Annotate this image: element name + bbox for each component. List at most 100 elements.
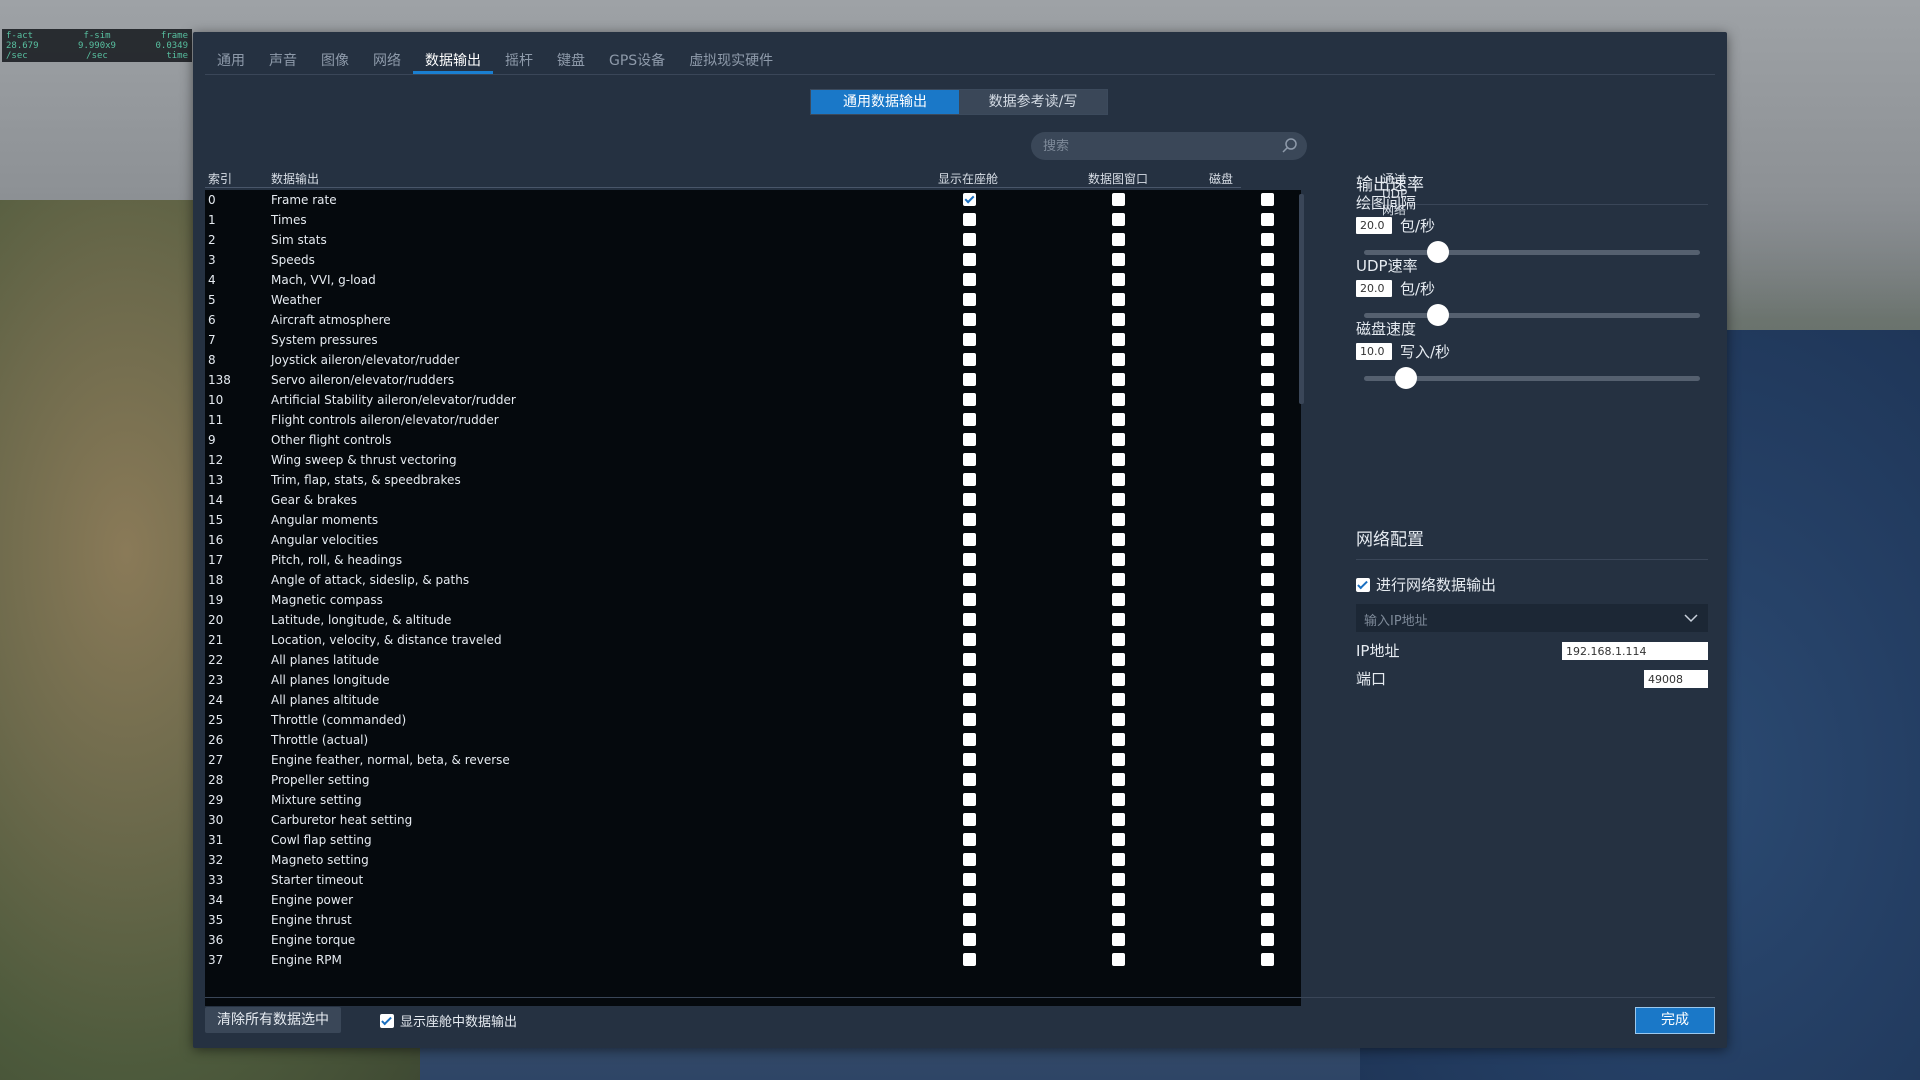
disk-checkbox[interactable] [1261,953,1274,966]
cockpit-checkbox[interactable] [963,193,976,206]
network-output-checkbox[interactable] [1356,577,1370,592]
done-button[interactable]: 完成 [1635,1007,1715,1034]
rate-value-field[interactable]: 20.0 [1356,217,1392,234]
disk-checkbox[interactable] [1261,433,1274,446]
disk-checkbox[interactable] [1261,753,1274,766]
show-in-cockpit-checkbox[interactable] [380,1013,394,1028]
graph-checkbox[interactable] [1112,373,1125,386]
disk-checkbox[interactable] [1261,393,1274,406]
disk-checkbox[interactable] [1261,633,1274,646]
tab-5[interactable]: 摇杆 [493,44,545,74]
cockpit-checkbox[interactable] [963,433,976,446]
disk-checkbox[interactable] [1261,573,1274,586]
tab-8[interactable]: 虚拟现实硬件 [677,44,785,74]
disk-checkbox[interactable] [1261,313,1274,326]
cockpit-checkbox[interactable] [963,413,976,426]
cockpit-checkbox[interactable] [963,873,976,886]
disk-checkbox[interactable] [1261,233,1274,246]
disk-checkbox[interactable] [1261,193,1274,206]
disk-checkbox[interactable] [1261,673,1274,686]
graph-checkbox[interactable] [1112,853,1125,866]
disk-checkbox[interactable] [1261,593,1274,606]
graph-checkbox[interactable] [1112,893,1125,906]
cockpit-checkbox[interactable] [963,473,976,486]
show-in-cockpit-toggle[interactable]: 显示座舱中数据输出 [380,1011,517,1030]
disk-checkbox[interactable] [1261,533,1274,546]
search-icon[interactable] [1281,137,1299,155]
cockpit-checkbox[interactable] [963,893,976,906]
graph-checkbox[interactable] [1112,873,1125,886]
cockpit-checkbox[interactable] [963,453,976,466]
cockpit-checkbox[interactable] [963,393,976,406]
graph-checkbox[interactable] [1112,553,1125,566]
disk-checkbox[interactable] [1261,773,1274,786]
cockpit-checkbox[interactable] [963,713,976,726]
graph-checkbox[interactable] [1112,333,1125,346]
graph-checkbox[interactable] [1112,933,1125,946]
cockpit-checkbox[interactable] [963,233,976,246]
tab-2[interactable]: 图像 [309,44,361,74]
graph-checkbox[interactable] [1112,593,1125,606]
tab-3[interactable]: 网络 [361,44,413,74]
graph-checkbox[interactable] [1112,473,1125,486]
disk-checkbox[interactable] [1261,893,1274,906]
disk-checkbox[interactable] [1261,513,1274,526]
disk-checkbox[interactable] [1261,693,1274,706]
disk-checkbox[interactable] [1261,933,1274,946]
cockpit-checkbox[interactable] [963,533,976,546]
graph-checkbox[interactable] [1112,713,1125,726]
disk-checkbox[interactable] [1261,453,1274,466]
graph-checkbox[interactable] [1112,533,1125,546]
graph-checkbox[interactable] [1112,653,1125,666]
ip-address-dropdown[interactable]: 输入IP地址 [1356,604,1708,632]
cockpit-checkbox[interactable] [963,513,976,526]
graph-checkbox[interactable] [1112,493,1125,506]
disk-checkbox[interactable] [1261,353,1274,366]
rate-slider-knob[interactable] [1395,367,1418,389]
cockpit-checkbox[interactable] [963,633,976,646]
graph-checkbox[interactable] [1112,673,1125,686]
cockpit-checkbox[interactable] [963,833,976,846]
cockpit-checkbox[interactable] [963,933,976,946]
disk-checkbox[interactable] [1261,373,1274,386]
disk-checkbox[interactable] [1261,873,1274,886]
graph-checkbox[interactable] [1112,513,1125,526]
graph-checkbox[interactable] [1112,773,1125,786]
rate-value-field[interactable]: 20.0 [1356,280,1392,297]
disk-checkbox[interactable] [1261,333,1274,346]
graph-checkbox[interactable] [1112,613,1125,626]
disk-checkbox[interactable] [1261,853,1274,866]
graph-checkbox[interactable] [1112,953,1125,966]
disk-checkbox[interactable] [1261,493,1274,506]
cockpit-checkbox[interactable] [963,553,976,566]
graph-checkbox[interactable] [1112,213,1125,226]
rate-value-field[interactable]: 10.0 [1356,343,1392,360]
cockpit-checkbox[interactable] [963,293,976,306]
graph-checkbox[interactable] [1112,693,1125,706]
disk-checkbox[interactable] [1261,213,1274,226]
cockpit-checkbox[interactable] [963,913,976,926]
disk-checkbox[interactable] [1261,613,1274,626]
disk-checkbox[interactable] [1261,733,1274,746]
tab-0[interactable]: 通用 [205,44,257,74]
disk-checkbox[interactable] [1261,293,1274,306]
tab-6[interactable]: 键盘 [545,44,597,74]
graph-checkbox[interactable] [1112,393,1125,406]
graph-checkbox[interactable] [1112,833,1125,846]
graph-checkbox[interactable] [1112,633,1125,646]
cockpit-checkbox[interactable] [963,693,976,706]
disk-checkbox[interactable] [1261,713,1274,726]
cockpit-checkbox[interactable] [963,773,976,786]
cockpit-checkbox[interactable] [963,373,976,386]
graph-checkbox[interactable] [1112,313,1125,326]
search-input[interactable] [1031,132,1271,160]
cockpit-checkbox[interactable] [963,953,976,966]
clear-all-button[interactable]: 清除所有数据选中 [205,1007,341,1033]
cockpit-checkbox[interactable] [963,573,976,586]
disk-checkbox[interactable] [1261,653,1274,666]
network-output-toggle[interactable]: 进行网络数据输出 [1356,574,1496,595]
disk-checkbox[interactable] [1261,413,1274,426]
graph-checkbox[interactable] [1112,793,1125,806]
graph-checkbox[interactable] [1112,293,1125,306]
disk-checkbox[interactable] [1261,473,1274,486]
